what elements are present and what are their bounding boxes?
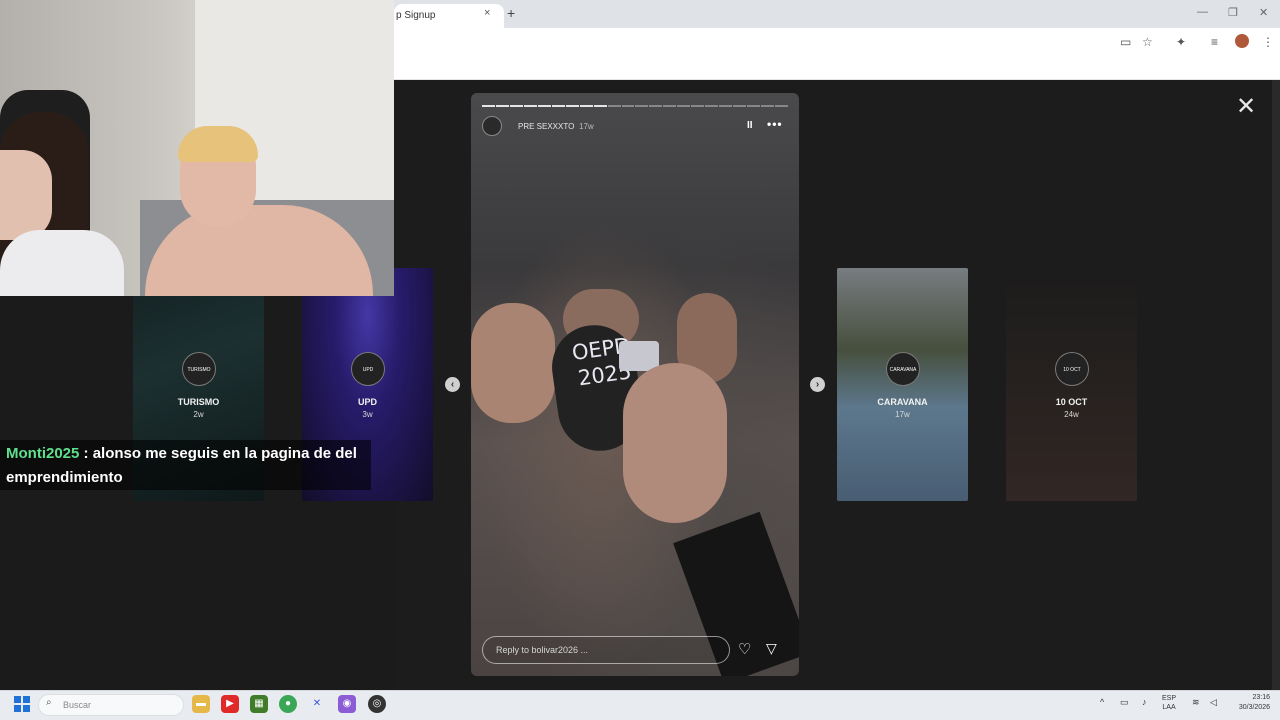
search-icon: ⌕	[46, 697, 52, 708]
progress-segment	[691, 105, 705, 107]
webcam-person	[0, 230, 124, 296]
story-progress-bar	[482, 105, 788, 107]
system-tray-chevron-icon[interactable]: ^	[1100, 697, 1104, 707]
like-heart-icon[interactable]: ♡	[738, 640, 751, 658]
progress-segment	[747, 105, 761, 107]
language-indicator[interactable]: ESP LAA	[1162, 694, 1176, 712]
keyboard-layout: LAA	[1162, 704, 1176, 711]
progress-segment	[775, 105, 788, 107]
progress-segment	[761, 105, 775, 107]
story-author-avatar[interactable]	[482, 116, 502, 136]
webcam-overlay	[0, 0, 394, 296]
window-maximize-button[interactable]: ❐	[1228, 6, 1238, 19]
progress-segment	[523, 105, 537, 107]
progress-segment	[705, 105, 719, 107]
clock-date: 30/3/2026	[1238, 704, 1270, 711]
progress-segment	[579, 105, 593, 107]
progress-segment	[719, 105, 733, 107]
chat-message: Monti2025 : alonso me seguis en la pagin…	[0, 440, 371, 490]
progress-segment	[649, 105, 663, 107]
network-drive-icon[interactable]: ▭	[1120, 697, 1129, 708]
story-photo-person	[623, 363, 727, 523]
previous-story-button[interactable]: ‹	[445, 377, 460, 392]
active-story[interactable]: OEPD 2025 PRE SEXXXTO 17w II ••• Reply t…	[471, 93, 799, 676]
progress-segment	[663, 105, 677, 107]
progress-segment	[509, 105, 523, 107]
story-thumbnail-caravana[interactable]: CARAVANA CARAVANA 17w	[837, 268, 968, 501]
thumbnail-avatar: 10 OCT	[1055, 352, 1089, 386]
next-story-button[interactable]: ›	[810, 377, 825, 392]
thumbnail-name: 10 OCT	[1055, 397, 1088, 407]
chat-username: Monti2025	[6, 445, 80, 462]
thumbnail-name: UPD	[357, 397, 377, 407]
tab-close-icon[interactable]: ×	[484, 7, 490, 19]
file-explorer-icon[interactable]: ▬	[192, 695, 210, 713]
story-thumbnail-10-oct[interactable]: 10 OCT 10 OCT 24w	[1006, 268, 1137, 501]
progress-segment	[551, 105, 565, 107]
progress-segment	[495, 105, 509, 107]
progress-segment	[607, 105, 621, 107]
language-code: ESP	[1162, 695, 1177, 702]
progress-segment	[482, 105, 495, 107]
cast-icon[interactable]: ▭	[1120, 35, 1131, 49]
progress-segment	[537, 105, 551, 107]
story-photo-person	[471, 303, 555, 423]
taskbar-search-input[interactable]: Buscar	[38, 694, 184, 716]
microphone-icon[interactable]: ♪	[1142, 697, 1147, 707]
wifi-icon[interactable]: ≋	[1192, 697, 1200, 708]
thumbnail-age: 17w	[895, 410, 910, 419]
window-minimize-button[interactable]: —	[1197, 6, 1208, 18]
thumbnail-avatar: TURISMO	[182, 352, 216, 386]
more-options-icon[interactable]: •••	[767, 117, 783, 131]
bookmark-star-icon[interactable]: ☆	[1142, 35, 1153, 49]
clock-time: 23:16	[1252, 694, 1270, 701]
windows-start-icon[interactable]	[14, 696, 30, 712]
scrollbar[interactable]	[1272, 80, 1280, 690]
capcut-icon[interactable]: ✕	[308, 695, 326, 713]
media-controls-icon[interactable]: ≡	[1211, 35, 1218, 49]
new-tab-button[interactable]: +	[507, 5, 515, 21]
thumbnail-age: 2w	[193, 410, 204, 419]
thumbnail-avatar: CARAVANA	[886, 352, 920, 386]
reply-input[interactable]: Reply to bolivar2026 ...	[482, 636, 730, 664]
extensions-icon[interactable]: ✦	[1176, 35, 1186, 49]
story-author-name[interactable]: PRE SEXXXTO	[518, 122, 574, 131]
send-icon[interactable]: ▽	[766, 640, 777, 657]
progress-segment	[565, 105, 579, 107]
profile-avatar[interactable]	[1235, 34, 1249, 48]
obs-icon[interactable]: ◎	[368, 695, 386, 713]
webcam-person-hair	[178, 126, 258, 162]
thumbnail-age: 3w	[362, 410, 373, 419]
progress-segment	[733, 105, 747, 107]
discord-icon[interactable]: ◉	[338, 695, 356, 713]
thumbnail-name: CARAVANA	[877, 397, 928, 407]
progress-segment	[677, 105, 691, 107]
pause-icon[interactable]: II	[747, 120, 753, 131]
progress-segment	[593, 105, 607, 107]
progress-segment	[621, 105, 635, 107]
story-age: 17w	[579, 122, 594, 131]
youtube-icon[interactable]: ▶	[221, 695, 239, 713]
thumbnail-age: 24w	[1064, 410, 1079, 419]
thumbnail-name: TURISMO	[177, 397, 220, 407]
volume-icon[interactable]: ◁	[1210, 697, 1217, 708]
progress-segment	[635, 105, 649, 107]
viewer-close-icon[interactable]: ✕	[1236, 92, 1256, 121]
tab-title: p Signup	[396, 10, 436, 21]
browser-tab-bar	[394, 0, 1280, 28]
window-close-button[interactable]: ✕	[1259, 6, 1268, 19]
webcam-person-head	[0, 150, 52, 240]
minecraft-icon[interactable]: ▦	[250, 695, 268, 713]
taskbar-clock[interactable]: 23:16 30/3/2026	[1226, 693, 1270, 713]
browser-menu-icon[interactable]: ⋮	[1262, 35, 1274, 49]
chrome-icon[interactable]: ●	[279, 695, 297, 713]
thumbnail-avatar: UPD	[351, 352, 385, 386]
